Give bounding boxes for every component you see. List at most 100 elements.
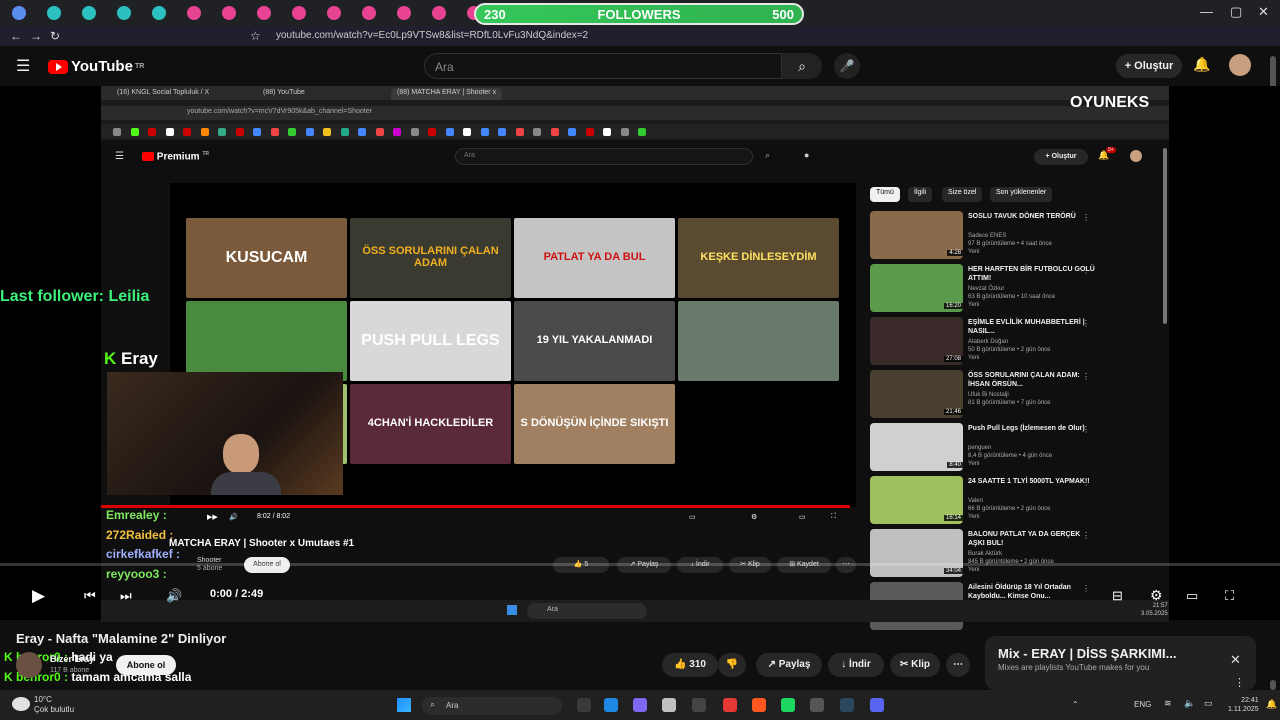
video-thumbnail xyxy=(678,301,839,381)
browser-tab-icon[interactable] xyxy=(152,6,166,20)
mix-subtitle: Mixes are playlists YouTube makes for yo… xyxy=(998,663,1150,672)
taskbar-search-icon: ⌕ xyxy=(430,699,436,709)
next-icon[interactable]: ⏭ xyxy=(120,588,132,604)
browser-tab-icon[interactable] xyxy=(432,6,446,20)
rec-duration: 8:40 xyxy=(947,462,963,468)
rec-channel: Nevzat Özkur xyxy=(968,286,1005,292)
weather-widget[interactable]: 10°C Çok bulutlu xyxy=(34,695,74,715)
taskbar-app-icon[interactable] xyxy=(633,698,647,712)
taskbar-app-icon[interactable] xyxy=(577,698,591,712)
taskbar-app-icon[interactable] xyxy=(662,698,676,712)
wifi-icon[interactable]: ≋ xyxy=(1164,698,1172,709)
bookmark-icon xyxy=(603,128,611,136)
inner-theater-icon: ▭ xyxy=(799,514,806,521)
followers-goal-bar: 230 FOLLOWERS 500 xyxy=(474,3,804,25)
avatar[interactable] xyxy=(1229,54,1251,76)
maximize-icon[interactable]: ▢ xyxy=(1230,4,1242,20)
browser-tab-icon[interactable] xyxy=(117,6,131,20)
rec-title: ÖSS SORULARINI ÇALAN ADAM: İHSAN ÖRSÜN..… xyxy=(968,372,1080,388)
browser-tab-icon[interactable] xyxy=(47,6,61,20)
rec-title: HER HARFTEN BİR FUTBOLCU GOLÜ ATTIM! xyxy=(968,266,1095,282)
miniplayer-icon[interactable]: ▭ xyxy=(1186,588,1198,604)
captions-icon[interactable]: ⊟ xyxy=(1112,588,1123,604)
volume-icon[interactable]: 🔊 xyxy=(166,588,182,604)
language-indicator[interactable]: ENG xyxy=(1134,700,1151,709)
rec-more-icon: ⋮ xyxy=(1082,266,1090,275)
taskbar-app-icon[interactable] xyxy=(752,698,766,712)
taskbar-app-icon[interactable] xyxy=(840,698,854,712)
browser-tab-icon[interactable] xyxy=(222,6,236,20)
search-input[interactable]: Ara xyxy=(424,53,782,79)
minimize-icon[interactable]: — xyxy=(1200,4,1213,19)
forward-icon[interactable]: → xyxy=(30,29,42,43)
seek-bar[interactable] xyxy=(0,563,1280,566)
taskbar-app-icon[interactable] xyxy=(723,698,737,712)
browser-tab-icon[interactable] xyxy=(257,6,271,20)
browser-tab-icon[interactable] xyxy=(82,6,96,20)
browser-tab-icon[interactable] xyxy=(327,6,341,20)
video-thumbnail: PUSH PULL LEGS xyxy=(350,301,511,381)
notifications-icon[interactable]: 🔔 xyxy=(1193,56,1210,73)
fullscreen-icon[interactable]: ⛶ xyxy=(1225,588,1234,604)
previous-icon[interactable]: ⏮ xyxy=(84,588,96,604)
browser-tab-icon[interactable] xyxy=(12,6,26,20)
play-icon[interactable]: ▶ xyxy=(32,586,45,606)
mix-more-icon[interactable]: ⋮ xyxy=(1234,676,1245,689)
recommended-video: 8:40 Push Pull Legs (İzlemesen de Olur) pe… xyxy=(870,423,1160,471)
channel-name[interactable]: Bizer Eray xyxy=(50,654,94,665)
battery-icon[interactable]: ▭ xyxy=(1204,698,1213,709)
weather-desc: Çok bulutlu xyxy=(34,705,75,714)
video-thumbnail: S DÖNÜŞÜN İÇİNDE SIKIŞTI xyxy=(514,384,675,464)
bookmark-icon[interactable]: ☆ xyxy=(250,29,261,43)
taskbar-clock[interactable]: 22:41 1.11.2025 xyxy=(1228,696,1259,714)
url-field[interactable]: youtube.com/watch?v=Ec0Lp9VTSw8&list=RDf… xyxy=(276,30,588,41)
tray-chevron-icon[interactable]: ⌃ xyxy=(1072,700,1079,709)
inner-video-title: MATCHA ERAY | Shooter x Umutaes #1 xyxy=(169,538,355,549)
youtube-logo[interactable]: YouTube TR xyxy=(48,58,144,75)
mic-icon[interactable]: 🎤 xyxy=(834,53,860,79)
create-button[interactable]: + Oluştur xyxy=(1116,54,1182,78)
reload-icon[interactable]: ↻ xyxy=(50,29,60,43)
speaker-icon[interactable]: 🔈 xyxy=(1184,698,1195,709)
streamer-name: Eray xyxy=(121,349,158,368)
download-button[interactable]: ↓ İndir xyxy=(828,653,884,677)
video-thumbnail xyxy=(678,384,839,464)
subscribe-button[interactable]: Abone ol xyxy=(116,655,176,675)
like-count: 310 xyxy=(689,659,706,670)
clip-button[interactable]: ✂ Klip xyxy=(890,653,940,677)
filter-chip: Size özel xyxy=(942,187,983,202)
search-icon[interactable]: ⌕ xyxy=(782,53,822,79)
browser-tab-icon[interactable] xyxy=(292,6,306,20)
weather-icon[interactable] xyxy=(12,697,30,711)
taskbar-app-icon[interactable] xyxy=(870,698,884,712)
browser-tab-icon[interactable] xyxy=(397,6,411,20)
more-actions-icon[interactable]: ⋯ xyxy=(946,653,970,677)
taskbar-search[interactable]: Ara xyxy=(422,697,562,715)
taskbar-app-icon[interactable] xyxy=(810,698,824,712)
share-button[interactable]: ↗ Paylaş xyxy=(756,653,822,677)
menu-icon[interactable]: ☰ xyxy=(16,56,30,76)
browser-tab-icon[interactable] xyxy=(187,6,201,20)
rec-more-icon: ⋮ xyxy=(1082,319,1090,328)
start-icon[interactable] xyxy=(397,698,411,712)
rec-title: BALONU PATLAT YA DA GERÇEK AŞKI BUL! xyxy=(968,531,1081,547)
channel-avatar[interactable] xyxy=(16,652,42,678)
settings-icon[interactable]: ⚙ xyxy=(1150,587,1163,604)
close-icon[interactable]: ✕ xyxy=(1258,4,1269,20)
back-icon[interactable]: ← xyxy=(10,29,22,43)
taskbar-app-icon[interactable] xyxy=(781,698,795,712)
rec-title: Push Pull Legs (İzlemesen de Olur) xyxy=(968,425,1085,432)
taskbar-app-icon[interactable] xyxy=(692,698,706,712)
rec-duration: 27:08 xyxy=(943,356,963,362)
recommended-video: 21:46 ÖSS SORULARINI ÇALAN ADAM: İHSAN ÖR… xyxy=(870,370,1160,418)
notification-center-icon[interactable]: 🔔 xyxy=(1266,699,1277,710)
dislike-button[interactable]: 👎 xyxy=(718,653,746,677)
browser-tab-icon[interactable] xyxy=(362,6,376,20)
page-scrollbar-bottom[interactable] xyxy=(1270,680,1276,690)
clip-label: Klip xyxy=(911,659,931,670)
mix-close-icon[interactable]: ✕ xyxy=(1230,652,1241,668)
taskbar-app-icon[interactable] xyxy=(604,698,618,712)
like-button[interactable]: 👍 310 xyxy=(662,653,718,677)
video-title: Eray - Nafta "Malamine 2" Dinliyor xyxy=(16,631,227,646)
bookmark-icon xyxy=(375,128,384,136)
